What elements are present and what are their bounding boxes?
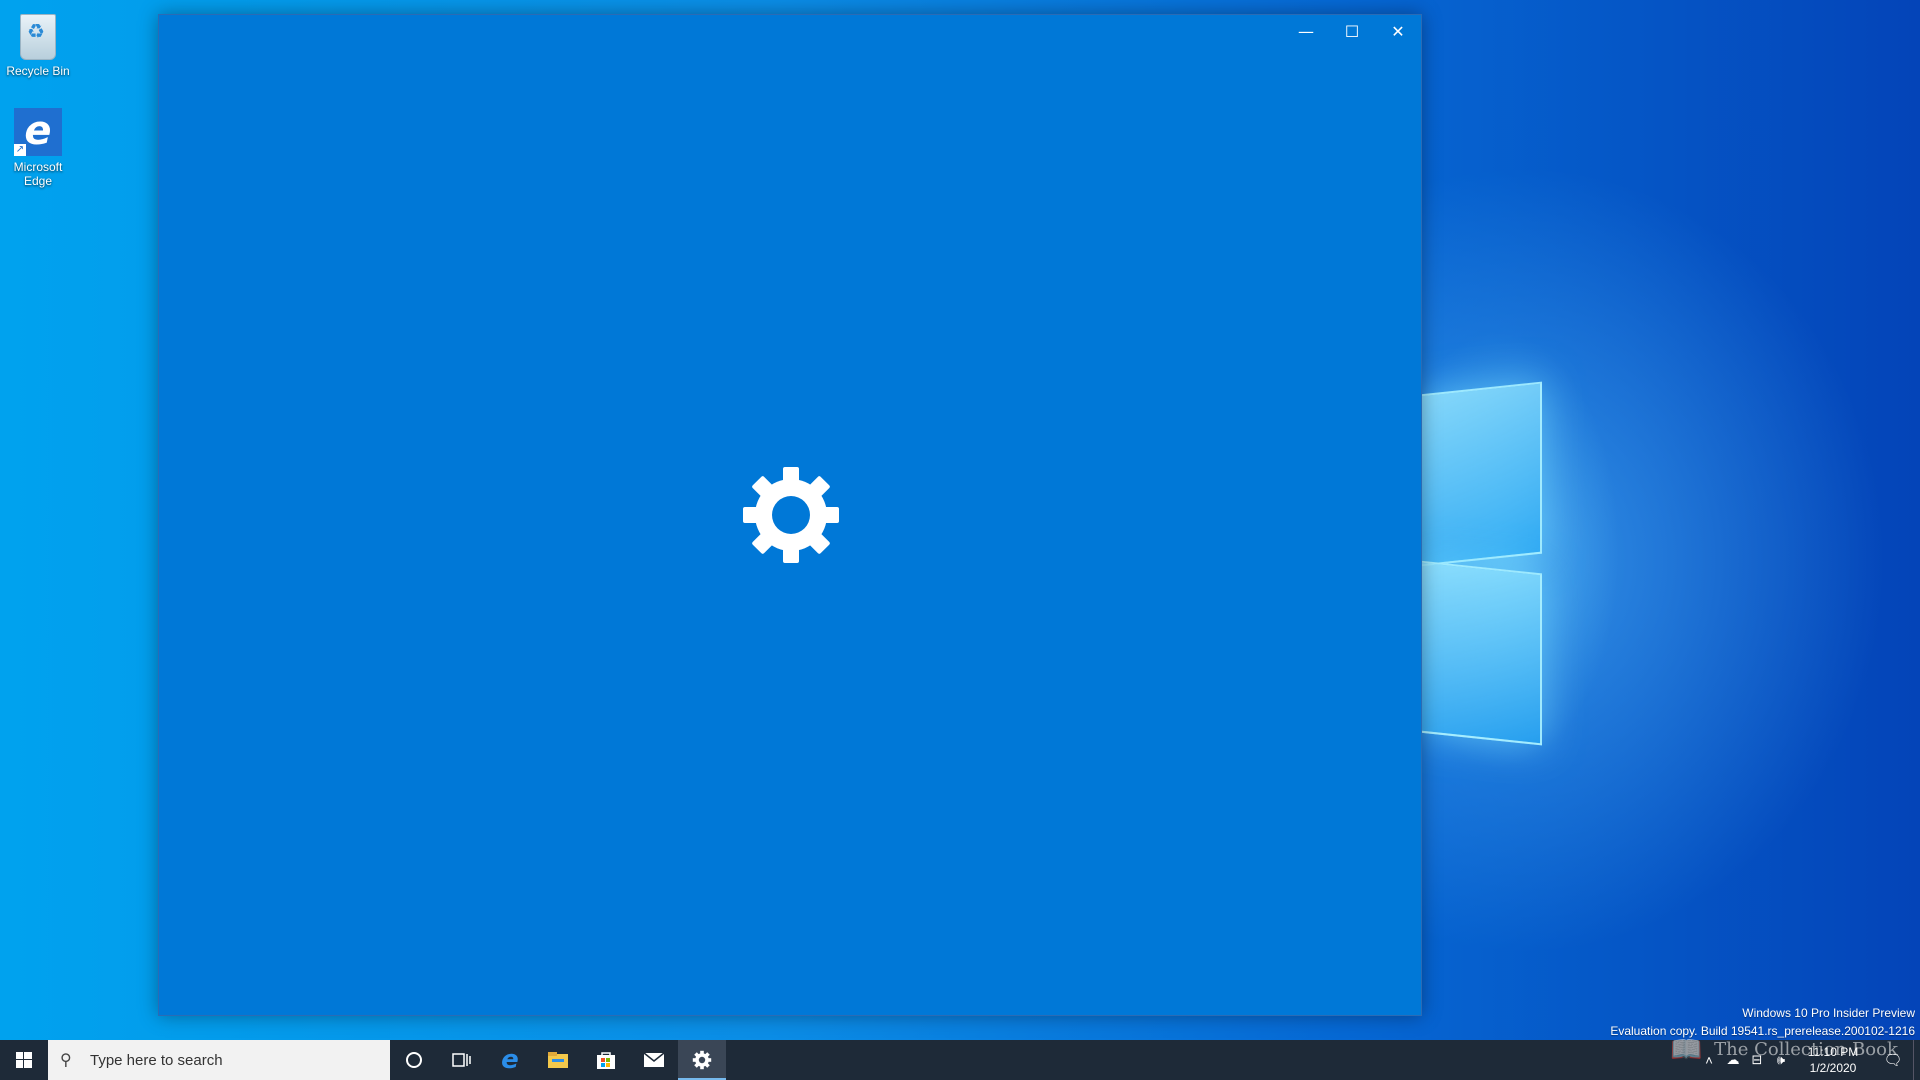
build-watermark: Windows 10 Pro Insider Preview bbox=[1742, 1006, 1915, 1020]
taskbar-settings-button[interactable] bbox=[678, 1040, 726, 1080]
search-placeholder: Type here to search bbox=[90, 1051, 223, 1069]
volume-icon[interactable]: 🕪 bbox=[1769, 1052, 1793, 1068]
edge-icon: e bbox=[501, 1045, 519, 1075]
task-view-icon bbox=[452, 1053, 471, 1067]
close-button[interactable]: ✕ bbox=[1375, 15, 1421, 47]
system-tray: ˄ ☁ ⊟ 🕪 11:10 PM 1/2/2020 🗨 bbox=[1697, 1040, 1920, 1080]
taskbar-mail-button[interactable] bbox=[630, 1040, 678, 1080]
chevron-up-icon[interactable]: ˄ bbox=[1697, 1053, 1721, 1068]
windows-logo-pane bbox=[1420, 381, 1542, 567]
desktop-icon-label: Recycle Bin bbox=[6, 64, 70, 78]
taskbar-search-box[interactable]: ⚲ Type here to search bbox=[48, 1040, 390, 1080]
action-center-icon[interactable]: 🗨 bbox=[1873, 1051, 1913, 1069]
desktop-icon-recycle-bin[interactable]: Recycle Bin bbox=[0, 8, 76, 78]
maximize-button[interactable]: ☐ bbox=[1329, 15, 1375, 47]
start-button[interactable] bbox=[0, 1040, 48, 1080]
settings-icon bbox=[692, 1050, 712, 1070]
show-desktop-button[interactable] bbox=[1913, 1040, 1920, 1080]
network-icon[interactable]: ⊟ bbox=[1745, 1052, 1769, 1068]
cortana-button[interactable] bbox=[390, 1040, 438, 1080]
settings-window[interactable]: — ☐ ✕ bbox=[158, 14, 1422, 1016]
desktop: Recycle Bin e↗ Microsoft Edge — ☐ ✕ bbox=[0, 0, 1920, 1080]
edge-icon: e ↗ bbox=[14, 108, 62, 156]
taskbar-store-button[interactable] bbox=[582, 1040, 630, 1080]
windows-start-icon bbox=[16, 1052, 32, 1068]
taskbar-file-explorer-button[interactable] bbox=[534, 1040, 582, 1080]
task-view-button[interactable] bbox=[438, 1040, 486, 1080]
search-icon: ⚲ bbox=[60, 1052, 72, 1069]
minimize-button[interactable]: — bbox=[1283, 15, 1329, 47]
taskbar: ⚲ Type here to search e ˄ ☁ ⊟ 🕪 11:10 PM… bbox=[0, 1040, 1920, 1080]
desktop-icon-microsoft-edge[interactable]: e ↗ Microsoft Edge bbox=[0, 108, 76, 188]
cortana-icon bbox=[406, 1052, 422, 1068]
mail-icon bbox=[643, 1052, 665, 1067]
desktop-icon-label: Microsoft Edge bbox=[13, 160, 63, 188]
clock-date: 1/2/2020 bbox=[1809, 1061, 1857, 1075]
gear-icon bbox=[743, 467, 839, 563]
clock-time: 11:10 PM bbox=[1807, 1045, 1859, 1059]
file-explorer-icon bbox=[548, 1052, 568, 1068]
build-watermark: Evaluation copy. Build 19541.rs_prerelea… bbox=[1610, 1024, 1915, 1038]
recycle-bin-icon bbox=[20, 14, 56, 60]
onedrive-icon[interactable]: ☁ bbox=[1721, 1052, 1745, 1068]
taskbar-edge-button[interactable]: e bbox=[486, 1040, 534, 1080]
store-icon bbox=[597, 1052, 615, 1069]
tray-clock[interactable]: 11:10 PM 1/2/2020 bbox=[1793, 1044, 1873, 1076]
windows-logo-pane bbox=[1420, 560, 1542, 746]
caption-buttons: — ☐ ✕ bbox=[1283, 15, 1421, 47]
